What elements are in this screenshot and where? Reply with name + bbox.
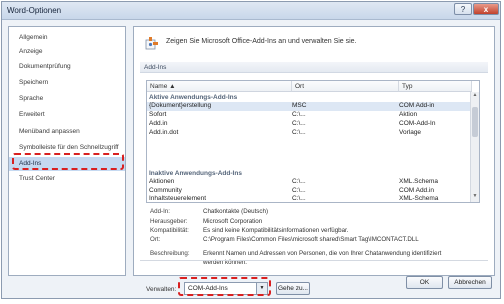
col-header-type[interactable]: Typ [399,81,472,92]
table-row[interactable]: Add.in C:\... COM-Add-In [147,120,471,129]
sidebar-item-anzeige[interactable]: Anzeige [9,45,125,59]
table-row[interactable]: Sofort C:\... Aktion [147,111,471,120]
detail-label-addin: Add-In: [150,208,170,215]
manage-select[interactable]: COM-Add-Ins ▼ [184,282,268,295]
title-bar: Word-Optionen ? x [2,2,500,20]
table-row[interactable]: Inhaltsteuerelement C:\... XML-Schema [147,195,471,202]
cancel-button[interactable]: Abbrechen [448,276,492,289]
sidebar-item-menueband[interactable]: Menüband anpassen [9,125,125,139]
panel-heading: Zeigen Sie Microsoft Office-Add-Ins an u… [166,38,357,45]
section-title: Add-Ins [140,62,488,73]
scroll-thumb[interactable] [472,107,478,137]
table-row[interactable]: Add.in.dot C:\... Vorlage [147,129,471,138]
detail-value-location: C:\Program Files\Common Files\microsoft … [203,236,419,243]
sidebar-item-trust-center[interactable]: Trust Center [9,172,125,186]
detail-label-compat: Kompatibilität: [150,227,189,234]
sidebar-item-dokumentpruefung[interactable]: Dokumentprüfung [9,60,125,74]
detail-value-description-1: Erkennt Namen und Adressen von Personen,… [203,250,442,257]
detail-label-publisher: Herausgeber: [150,218,188,225]
manage-label: Verwalten: [146,286,177,293]
detail-value-addin: Chatkontakte (Deutsch) [203,208,268,215]
sidebar-item-add-ins[interactable]: Add-Ins [9,157,125,171]
table-row[interactable]: {Dokument}erstellung MSC COM Add-in [147,102,471,111]
go-button[interactable]: Gehe zu... [276,282,310,295]
detail-value-publisher: Microsoft Corporation [203,218,263,225]
ok-button[interactable]: OK [406,276,443,289]
sidebar-item-schnellzugriff[interactable]: Symbolleiste für den Schnellzugriff [9,141,125,155]
help-icon[interactable]: ? [454,3,472,15]
options-dialog: Word-Optionen ? x Allgemein Anzeige Doku… [1,1,501,299]
group-title-inactive: Inaktive Anwendungs-Add-Ins [149,170,242,177]
manage-select-value: COM-Add-Ins [188,285,228,292]
sidebar-item-speichern[interactable]: Speichern [9,76,125,90]
options-sidebar: Allgemein Anzeige Dokumentprüfung Speich… [8,26,126,276]
divider [140,260,488,261]
addins-table: Name ▲ Ort Typ Aktive Anwendungs-Add-Ins… [146,80,480,203]
close-icon[interactable]: x [473,3,499,15]
sidebar-item-sprache[interactable]: Sprache [9,92,125,106]
table-scrollbar[interactable]: ▲ ▼ [470,92,479,202]
detail-value-compat: Es sind keine Kompatibilitätsinformation… [203,227,349,234]
scroll-down-icon[interactable]: ▼ [471,193,479,202]
addins-plug-icon [145,37,158,50]
detail-label-description: Beschreibung: [150,250,190,257]
sidebar-item-erweitert[interactable]: Erweitert [9,108,125,122]
detail-label-location: Ort: [150,236,161,243]
window-title: Word-Optionen [7,6,62,15]
table-row[interactable]: Aktionen C:\... XML.Schema [147,178,471,187]
dropdown-arrow-icon[interactable]: ▼ [256,283,267,294]
addins-panel: Zeigen Sie Microsoft Office-Add-Ins an u… [133,26,495,296]
group-title-active: Aktive Anwendungs-Add-Ins [149,94,238,101]
scroll-up-icon[interactable]: ▲ [471,92,479,101]
col-header-location[interactable]: Ort [292,81,399,92]
col-header-name[interactable]: Name ▲ [147,81,292,92]
sidebar-item-allgemein[interactable]: Allgemein [9,31,125,45]
